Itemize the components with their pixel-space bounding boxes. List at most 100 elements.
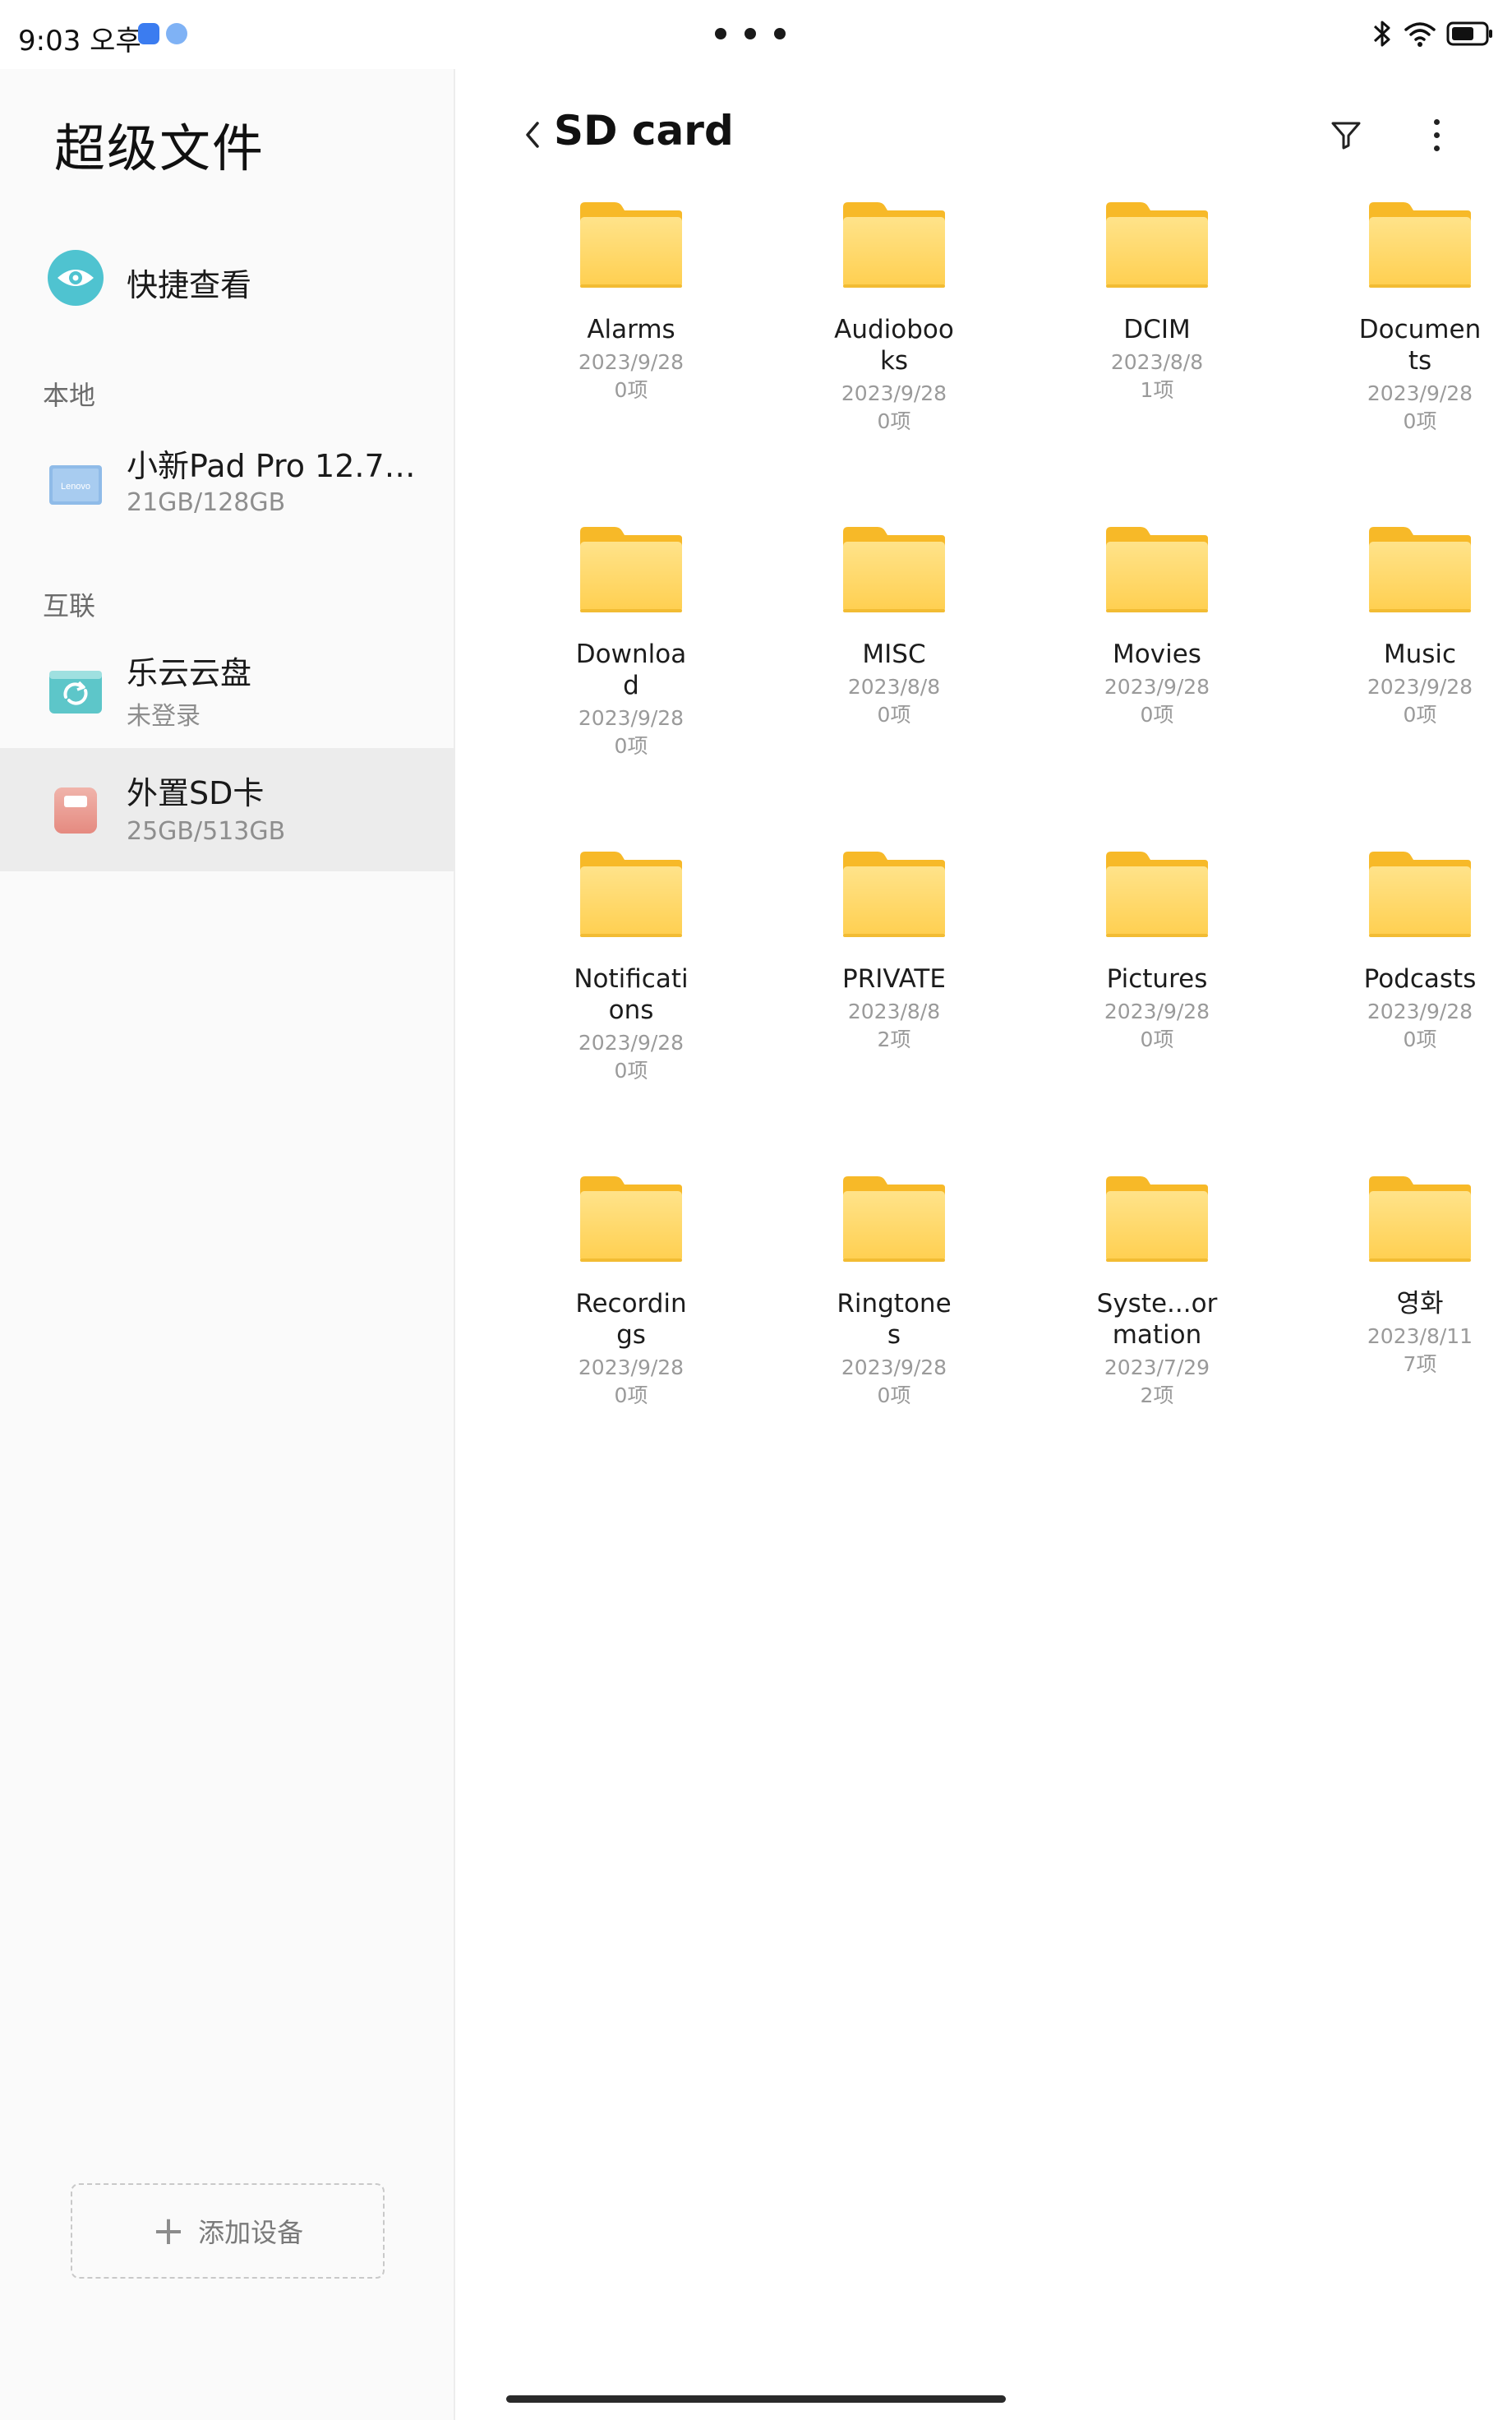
wifi-icon (1404, 22, 1436, 47)
folder-date: 2023/9/28 (1367, 1000, 1473, 1023)
sidebar-item-quick-view[interactable]: 快捷查看 (0, 225, 455, 332)
app-notification-icon-2 (166, 23, 187, 44)
eye-icon (48, 250, 104, 306)
folder-name: Ringtones (837, 1289, 952, 1350)
folder-date: 2023/8/8 (1110, 350, 1204, 374)
folder-name: Podcasts (1363, 964, 1477, 994)
folder-count: 2项 (877, 1028, 911, 1051)
status-bar: 9:03 오후 (0, 0, 1512, 69)
folder-item[interactable]: Download 2023/9/28 0项 (500, 519, 763, 815)
folder-item[interactable]: MISC 2023/8/8 0项 (763, 519, 1026, 815)
bluetooth-icon (1373, 21, 1390, 47)
sd-card-icon (54, 787, 97, 834)
folder-date: 2023/8/11 (1367, 1324, 1473, 1348)
add-device-label: 添加设备 (198, 2217, 304, 2248)
folder-name: Movies (1113, 640, 1201, 669)
folder-icon (1103, 1173, 1211, 1265)
folder-icon (1103, 524, 1211, 616)
folder-count: 0项 (877, 1383, 911, 1407)
storage-usage: 25GB/513GB (127, 817, 286, 846)
plus-icon: + (151, 2208, 186, 2254)
folder-item[interactable]: PRIVATE 2023/8/8 2项 (763, 843, 1026, 1139)
app-notification-icon (138, 23, 159, 44)
folder-icon (1366, 524, 1474, 616)
folder-name: Download (575, 640, 687, 700)
folder-icon (1366, 848, 1474, 940)
folder-item[interactable]: DCIM 2023/8/8 1项 (1026, 194, 1288, 490)
tablet-device-icon: Lenovo (49, 465, 102, 505)
folder-count: 0项 (614, 1059, 648, 1083)
filter-button[interactable] (1321, 110, 1371, 159)
cloud-sync-icon (49, 671, 102, 714)
folder-count: 0项 (1140, 703, 1174, 727)
folder-count: 0项 (614, 378, 648, 402)
folder-count: 0项 (1403, 703, 1437, 727)
home-indicator[interactable] (506, 2395, 1006, 2403)
folder-date: 2023/9/28 (841, 1355, 947, 1379)
folder-item[interactable]: Syste...ormation 2023/7/29 2项 (1026, 1168, 1288, 1464)
folder-name: PRIVATE (842, 964, 946, 994)
folder-name: Audiobooks (834, 315, 954, 376)
folder-count: 0项 (1140, 1028, 1174, 1051)
folder-date: 2023/9/28 (1367, 381, 1473, 405)
folder-name: Pictures (1106, 964, 1208, 994)
filter-icon (1331, 122, 1361, 150)
sidebar-item-sd-card[interactable]: 外置SD卡 25GB/513GB (0, 748, 455, 871)
sidebar: 超级文件 快捷查看 本地 Lenovo 小新Pad Pro 12.7… 21GB… (0, 69, 455, 2420)
status-app-icons (138, 23, 187, 44)
more-options-button[interactable] (1420, 110, 1453, 159)
svg-text:Lenovo: Lenovo (61, 482, 90, 492)
folder-icon (1103, 199, 1211, 291)
folder-item[interactable]: Movies 2023/9/28 0项 (1026, 519, 1288, 815)
folder-name: MISC (862, 640, 926, 669)
folder-icon (840, 524, 948, 616)
folder-count: 2项 (1140, 1383, 1174, 1407)
main-panel: SD card Alarms 2023/9/28 0项 Audiobooks 2023… (457, 69, 1512, 2420)
folder-count: 1项 (1140, 378, 1174, 402)
back-button[interactable] (513, 109, 552, 161)
multitask-dots-icon[interactable] (715, 28, 786, 39)
folder-name: 영화 (1396, 1289, 1444, 1319)
folder-icon (840, 1173, 948, 1265)
folder-date: 2023/8/8 (847, 675, 941, 699)
screen: 9:03 오후 超级文件 快捷查看 本地 Lenovo 小新Pad Pro 12… (0, 0, 1512, 2420)
folder-item[interactable]: Pictures 2023/9/28 0项 (1026, 843, 1288, 1139)
folder-count: 0项 (614, 734, 648, 758)
sidebar-item-label: 外置SD卡 (127, 775, 265, 811)
folder-icon (1366, 1173, 1474, 1265)
folder-item[interactable]: Alarms 2023/9/28 0项 (500, 194, 763, 490)
folder-count: 7项 (1403, 1352, 1437, 1376)
folder-name: Alarms (587, 315, 675, 344)
folder-count: 0项 (1403, 1028, 1437, 1051)
folder-item[interactable]: Recordings 2023/9/28 0项 (500, 1168, 763, 1464)
folder-icon (577, 1173, 685, 1265)
add-device-button[interactable]: + 添加设备 (71, 2183, 385, 2279)
folder-item[interactable]: Music 2023/9/28 0项 (1288, 519, 1512, 815)
folder-item[interactable]: 영화 2023/8/11 7项 (1288, 1168, 1512, 1464)
folder-name: Music (1383, 640, 1457, 669)
folder-name: Recordings (575, 1289, 687, 1350)
folder-date: 2023/9/28 (841, 381, 947, 405)
folder-item[interactable]: Documents 2023/9/28 0项 (1288, 194, 1512, 490)
folder-icon (1103, 848, 1211, 940)
folder-item[interactable]: Notifications 2023/9/28 0项 (500, 843, 763, 1139)
sidebar-item-label: 快捷查看 (127, 267, 252, 303)
folder-item[interactable]: Podcasts 2023/9/28 0项 (1288, 843, 1512, 1139)
folder-date: 2023/7/29 (1104, 1355, 1210, 1379)
storage-usage: 21GB/128GB (127, 488, 286, 517)
status-time: 9:03 오후 (18, 25, 141, 58)
folder-item[interactable]: Audiobooks 2023/9/28 0项 (763, 194, 1026, 490)
folder-icon (577, 524, 685, 616)
folder-icon (840, 199, 948, 291)
app-title: 超级文件 (54, 118, 265, 178)
folder-count: 0项 (614, 1383, 648, 1407)
page-title: SD card (554, 107, 734, 155)
folder-date: 2023/9/28 (1104, 675, 1210, 699)
folder-icon (577, 848, 685, 940)
sidebar-item-local-device[interactable]: Lenovo 小新Pad Pro 12.7… 21GB/128GB (0, 423, 455, 554)
status-indicators (1371, 18, 1494, 49)
folder-count: 0项 (1403, 409, 1437, 433)
folder-item[interactable]: Ringtones 2023/9/28 0项 (763, 1168, 1026, 1464)
sidebar-item-cloud[interactable]: 乐云云盘 未登录 (0, 633, 455, 756)
folder-icon (840, 848, 948, 940)
